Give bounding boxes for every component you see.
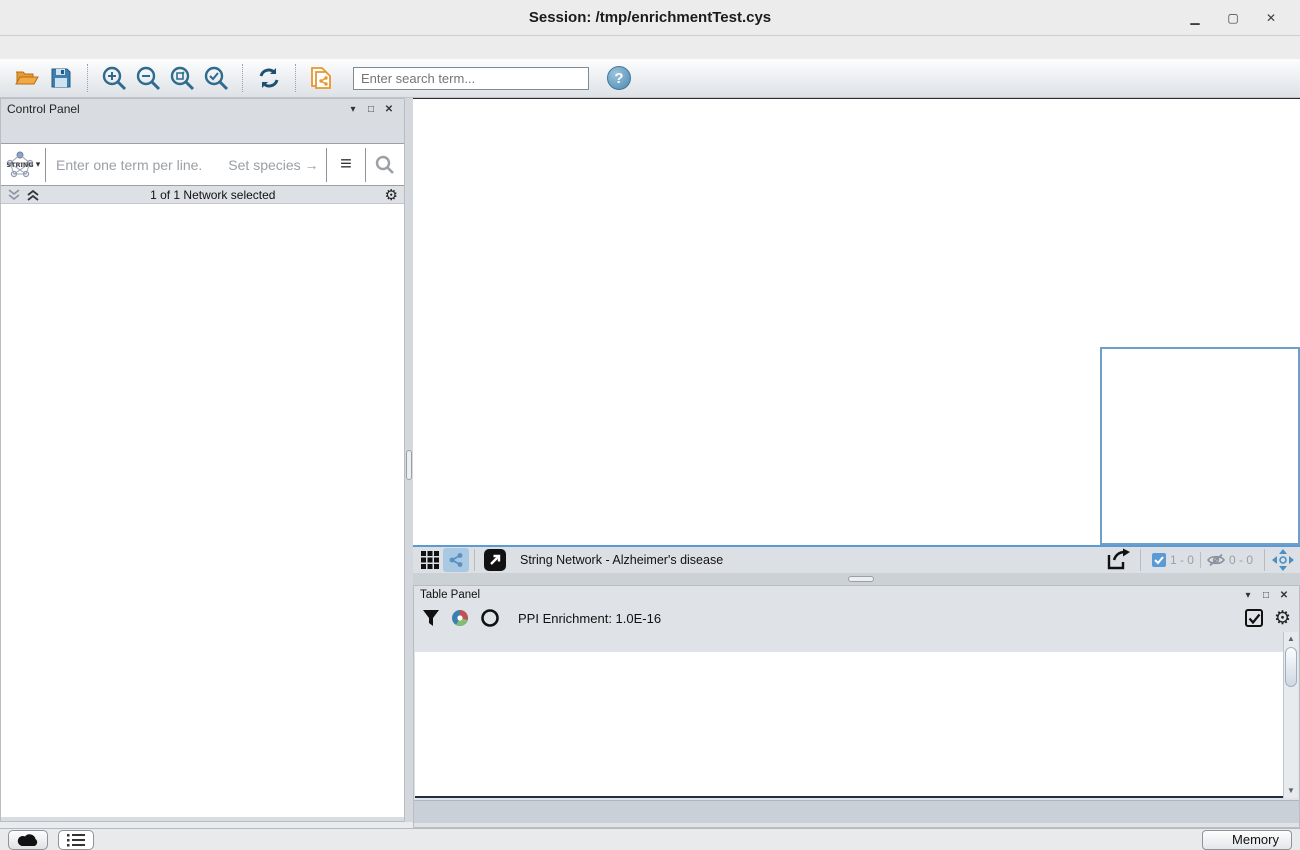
network-selection-bar: 1 of 1 Network selected ⚙ (1, 186, 404, 203)
network-canvas[interactable] (413, 98, 1300, 545)
task-list-button[interactable] (58, 830, 94, 850)
ring-icon[interactable] (480, 608, 500, 628)
network-view-title: String Network - Alzheimer's disease (520, 553, 1101, 567)
select-rows-checkbox-icon[interactable] (1245, 609, 1264, 628)
zoom-in-button[interactable] (97, 62, 131, 94)
zoom-selected-icon (203, 65, 229, 91)
panel-float-icon[interactable]: ▾ (1239, 590, 1257, 601)
refresh-button[interactable] (252, 62, 286, 94)
hidden-count-badge: 0 - 0 (1201, 553, 1259, 567)
save-session-button[interactable] (44, 62, 78, 94)
network-selected-count: 1 of 1 Network selected (41, 188, 385, 202)
selected-checkbox-icon[interactable] (1152, 553, 1166, 567)
refresh-icon (257, 66, 281, 90)
string-search-button[interactable] (366, 144, 404, 186)
string-query-bar: STRING ▾ Enter one term per line. Set sp… (1, 143, 404, 186)
export-view-button[interactable] (1101, 548, 1135, 572)
share-view-button[interactable] (443, 548, 469, 572)
network-view-toolbar: String Network - Alzheimer's disease 1 -… (413, 545, 1300, 573)
scroll-down-icon[interactable]: ▼ (1284, 784, 1298, 798)
vertical-splitter[interactable] (405, 98, 413, 822)
zoom-in-icon (101, 65, 127, 91)
splitter-grip[interactable] (406, 450, 412, 480)
table-panel-title: Table Panel (420, 589, 480, 601)
external-link-icon (483, 548, 507, 572)
export-network-icon (309, 65, 335, 91)
list-icon (67, 833, 85, 847)
collapse-all-icon[interactable] (7, 189, 22, 201)
zoom-fit-icon (169, 65, 195, 91)
open-folder-icon (15, 68, 39, 88)
string-term-input[interactable]: Enter one term per line. Set species → (46, 157, 326, 173)
cloud-button[interactable] (8, 830, 48, 850)
zoom-selected-button[interactable] (199, 62, 233, 94)
panel-close-icon[interactable]: ✕ (1275, 590, 1293, 601)
toolbar-separator (295, 64, 296, 92)
pie-chart-icon[interactable] (450, 608, 470, 628)
horizontal-splitter[interactable] (413, 573, 1300, 585)
scroll-up-icon[interactable]: ▲ (1284, 632, 1298, 646)
zoom-out-button[interactable] (131, 62, 165, 94)
scrollbar-thumb[interactable] (1285, 647, 1297, 687)
selected-count-badge: 1 - 0 (1146, 553, 1200, 567)
main-toolbar: ? (0, 59, 1300, 98)
table-vertical-scrollbar[interactable]: ▲ ▼ (1283, 632, 1298, 798)
control-panel-title: Control Panel (7, 102, 80, 116)
open-session-button[interactable] (10, 62, 44, 94)
open-in-browser-button[interactable] (480, 548, 510, 572)
panel-float-icon[interactable]: ▾ (344, 104, 362, 115)
maximize-button[interactable]: ▢ (1214, 0, 1252, 36)
set-species-label[interactable]: Set species → (228, 157, 318, 173)
ppi-enrichment-label: PPI Enrichment: 1.0E-16 (518, 611, 1235, 626)
birds-eye-view[interactable] (1100, 347, 1300, 545)
panel-undock-icon[interactable]: □ (362, 104, 380, 115)
string-input-placeholder: Enter one term per line. (56, 157, 202, 173)
toolbar-separator (87, 64, 88, 92)
splitter-grip[interactable] (848, 576, 874, 582)
share-icon (448, 552, 464, 568)
string-logo-icon: STRING (6, 151, 34, 179)
menu-bar (0, 37, 1300, 59)
control-panel-tabs (1, 119, 404, 143)
close-button[interactable]: ✕ (1252, 0, 1290, 36)
enrichment-table (415, 632, 1285, 798)
window-title: Session: /tmp/enrichmentTest.cys (0, 0, 1300, 36)
expand-all-icon[interactable] (26, 189, 41, 201)
search-input[interactable] (353, 67, 589, 90)
panel-close-icon[interactable]: ✕ (380, 104, 398, 115)
zoom-fit-button[interactable] (165, 62, 199, 94)
string-menu-button[interactable]: ≡ (327, 144, 365, 186)
help-button[interactable]: ? (607, 66, 631, 90)
save-icon (51, 68, 71, 88)
export-arrow-icon (1105, 548, 1131, 572)
memory-button[interactable]: Memory (1202, 830, 1292, 850)
network-tree (1, 203, 404, 817)
navigate-cross-icon (1272, 549, 1294, 571)
filter-icon[interactable] (422, 609, 440, 627)
memory-status-dot (1215, 834, 1226, 845)
status-bar: Memory (0, 828, 1300, 850)
toolbar-separator (242, 64, 243, 92)
table-panel: Table Panel ▾ □ ✕ PPI Enrichment: 1.0E-1… (413, 585, 1300, 828)
table-tabs (414, 800, 1299, 823)
zoom-out-icon (135, 65, 161, 91)
window-titlebar: Session: /tmp/enrichmentTest.cys ▁ ▢ ✕ (0, 0, 1300, 36)
gear-icon[interactable]: ⚙ (385, 186, 398, 204)
export-network-button[interactable] (305, 62, 339, 94)
birds-eye-toggle-button[interactable] (1270, 548, 1296, 572)
minimize-button[interactable]: ▁ (1176, 0, 1214, 36)
control-panel: Control Panel ▾ □ ✕ STRING ▾ Enter one t… (0, 98, 405, 822)
eye-slash-icon (1207, 553, 1225, 567)
panel-undock-icon[interactable]: □ (1257, 590, 1275, 601)
string-logo-button[interactable]: STRING ▾ (1, 151, 45, 179)
grid-view-button[interactable] (417, 548, 443, 572)
cloud-icon (17, 833, 39, 847)
search-icon (375, 155, 395, 175)
svg-text:STRING: STRING (6, 161, 33, 169)
memory-label: Memory (1232, 832, 1279, 847)
gear-icon[interactable]: ⚙ (1274, 609, 1291, 628)
chevron-down-icon: ▾ (36, 159, 41, 170)
grid-icon (421, 551, 439, 569)
